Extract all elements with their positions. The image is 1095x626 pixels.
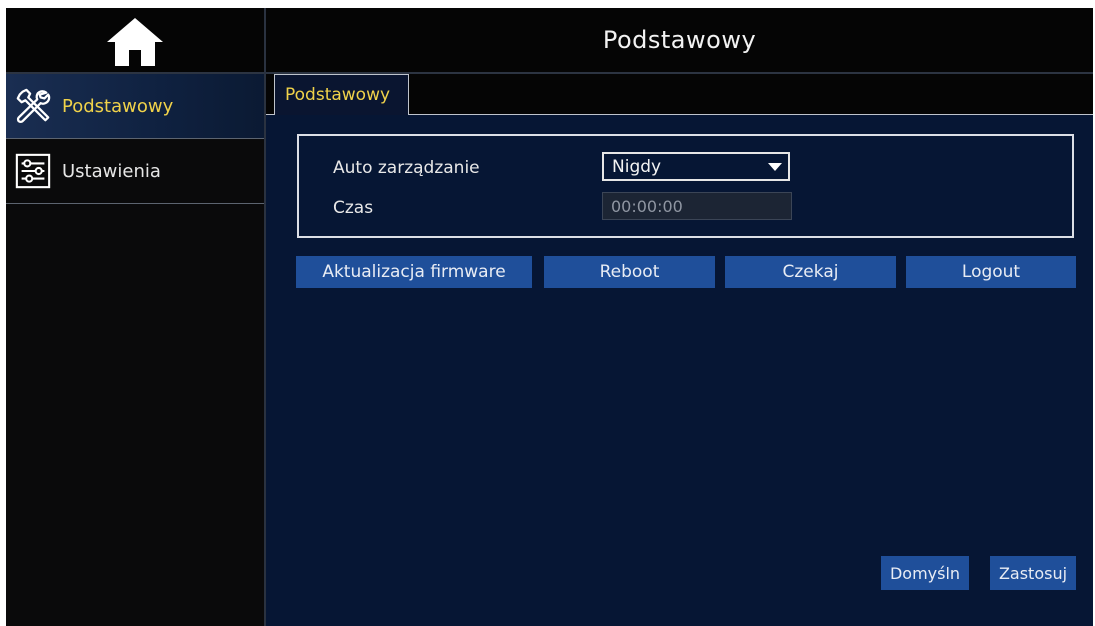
settings-group: Auto zarządzanie Nigdy Czas 00:00:00: [297, 134, 1074, 238]
auto-management-label: Auto zarządzanie: [333, 158, 480, 178]
app-screen: Podstawowy Ustawienia Podstawowy Podstaw…: [6, 8, 1093, 626]
auto-management-value: Nigdy: [612, 156, 662, 177]
default-button[interactable]: Domyśln: [881, 556, 969, 590]
wait-button[interactable]: Czekaj: [725, 256, 896, 288]
sidebar-item-ustawienia[interactable]: Ustawienia: [6, 139, 264, 204]
apply-button[interactable]: Zastosuj: [990, 556, 1076, 590]
logout-button[interactable]: Logout: [906, 256, 1076, 288]
tools-icon: [16, 88, 51, 124]
sidebar-item-label: Podstawowy: [62, 95, 174, 117]
sidebar-item-podstawowy[interactable]: Podstawowy: [6, 74, 264, 139]
reboot-button[interactable]: Reboot: [544, 256, 715, 288]
tab-bar: Podstawowy: [266, 74, 1093, 115]
home-icon: [107, 18, 163, 66]
time-input: 00:00:00: [602, 192, 792, 220]
page-header: Podstawowy: [266, 8, 1093, 74]
chevron-down-icon: [768, 163, 782, 171]
time-label: Czas: [333, 198, 374, 218]
sliders-icon: [15, 153, 51, 189]
sidebar: Podstawowy Ustawienia: [6, 8, 266, 626]
home-button[interactable]: [6, 8, 264, 74]
tab-podstawowy[interactable]: Podstawowy: [274, 74, 410, 115]
firmware-update-button[interactable]: Aktualizacja firmware: [296, 256, 532, 288]
auto-management-select[interactable]: Nigdy: [602, 152, 790, 181]
sidebar-item-label: Ustawienia: [62, 160, 161, 182]
page-title: Podstawowy: [602, 26, 757, 54]
